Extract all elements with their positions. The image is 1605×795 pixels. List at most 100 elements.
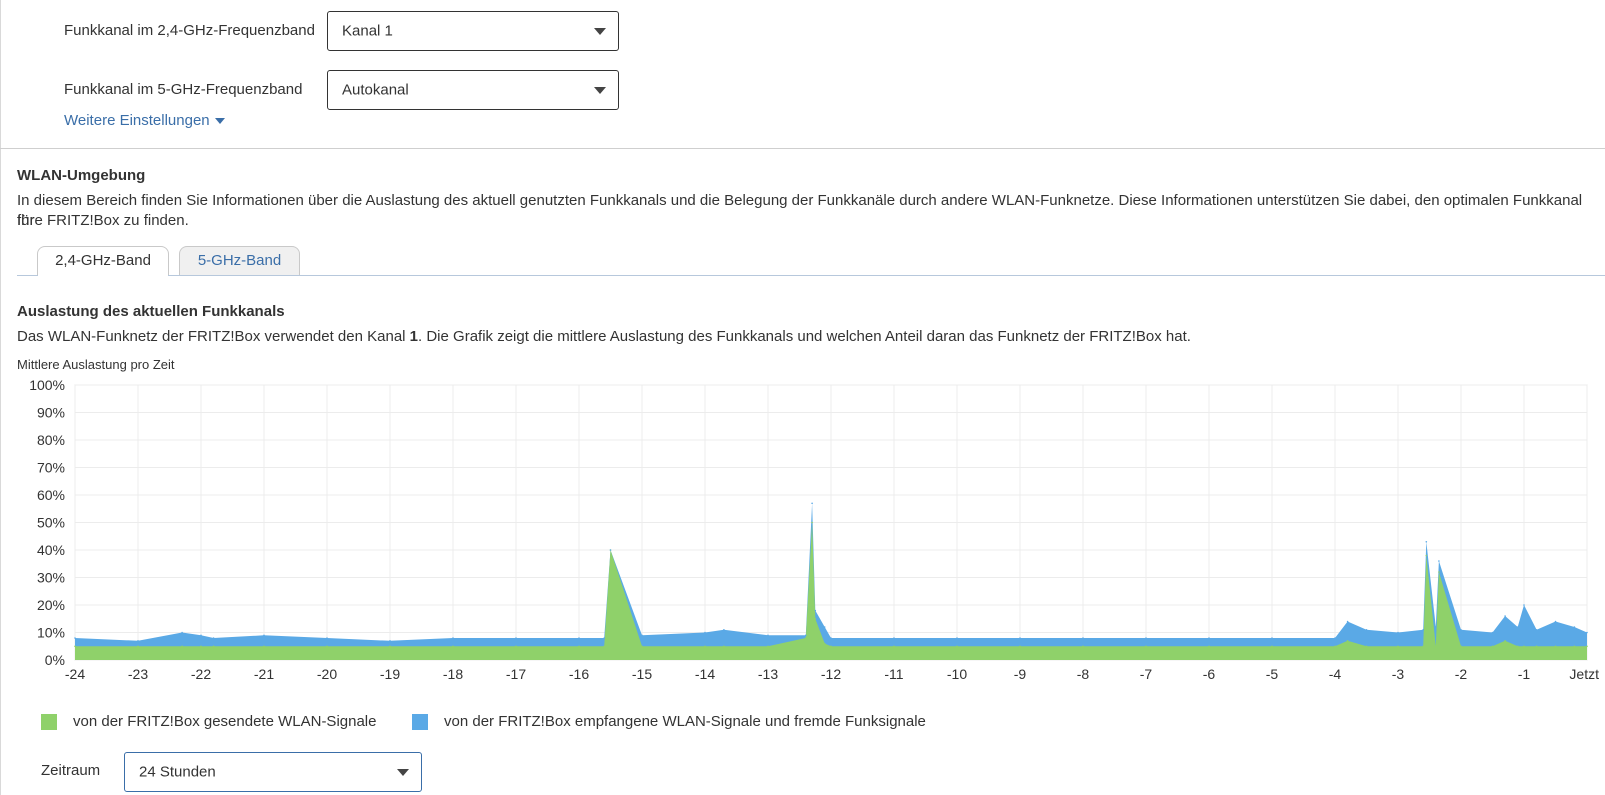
- received-point: [212, 637, 215, 639]
- x-tick-label: -20: [317, 666, 337, 680]
- sent-point: [137, 645, 139, 648]
- received-point: [704, 631, 706, 634]
- chevron-down-icon: [397, 769, 409, 776]
- utilization-title: Auslastung des aktuellen Funkkanals: [17, 303, 285, 320]
- sent-point: [1523, 645, 1525, 648]
- received-point: [74, 637, 76, 639]
- sent-point: [200, 645, 202, 648]
- received-point: [956, 637, 958, 639]
- received-point: [1460, 629, 1462, 631]
- y-tick-label: 10%: [37, 625, 65, 641]
- channel-24-label: Funkkanal im 2,4-GHz-Frequenzband: [64, 22, 315, 39]
- received-point: [1554, 620, 1557, 623]
- tab-underline: [17, 275, 1605, 276]
- sent-point: [1145, 645, 1147, 648]
- sent-point: [1586, 645, 1588, 648]
- channel-24-select[interactable]: Kanal 1: [327, 11, 619, 51]
- sent-point: [326, 645, 328, 648]
- x-tick-label: -16: [569, 666, 589, 680]
- environment-title: WLAN-Umgebung: [17, 167, 146, 184]
- x-tick-label: -17: [506, 666, 526, 680]
- sent-point: [1271, 645, 1273, 648]
- x-tick-label: -11: [884, 666, 903, 680]
- sent-point: [814, 618, 817, 620]
- sent-point: [805, 637, 807, 639]
- sent-point: [1208, 645, 1210, 648]
- x-tick-label: Jetzt: [1569, 666, 1599, 680]
- period-label: Zeitraum: [41, 762, 101, 779]
- more-settings-label: Weitere Einstellungen: [64, 112, 210, 129]
- x-tick-label: -5: [1266, 666, 1279, 680]
- sent-point: [1425, 554, 1428, 557]
- received-point: [603, 637, 605, 639]
- received-point: [1425, 541, 1428, 543]
- received-point: [1145, 637, 1147, 639]
- legend-sent-label: von der FRITZ!Box gesendete WLAN-Signale: [73, 713, 377, 730]
- sent-point: [1573, 645, 1576, 648]
- sent-point: [578, 645, 580, 648]
- y-tick-label: 50%: [37, 515, 65, 531]
- sent-point: [1491, 645, 1494, 648]
- received-point: [1535, 629, 1538, 631]
- sent-point: [1334, 645, 1336, 648]
- tab-5-ghz[interactable]: 5-GHz-Band: [179, 246, 300, 275]
- x-tick-label: -13: [758, 666, 778, 680]
- received-point: [515, 637, 517, 639]
- sent-point: [263, 645, 265, 648]
- received-point: [181, 631, 183, 634]
- sent-point: [1397, 645, 1399, 648]
- sent-point: [956, 645, 958, 648]
- x-tick-label: -23: [128, 666, 148, 680]
- environment-description-line2: Ihre FRITZ!Box zu finden.: [17, 212, 189, 229]
- received-point: [814, 609, 817, 612]
- period-select[interactable]: 24 Stunden: [124, 752, 422, 792]
- sent-point: [603, 645, 605, 648]
- utilization-description: Das WLAN-Funknetz der FRITZ!Box verwende…: [17, 327, 1191, 347]
- received-point: [805, 634, 807, 637]
- channel-5-select[interactable]: Autokanal: [327, 70, 619, 110]
- y-tick-label: 70%: [37, 460, 65, 476]
- sent-point: [823, 642, 826, 645]
- x-tick-label: -2: [1455, 666, 1468, 680]
- utilization-desc-before: Das WLAN-Funknetz der FRITZ!Box verwende…: [17, 328, 410, 345]
- sent-point: [1460, 645, 1462, 648]
- sent-point: [1435, 645, 1437, 648]
- received-point: [1019, 637, 1021, 639]
- x-tick-label: -4: [1329, 666, 1342, 680]
- more-settings-link[interactable]: Weitere Einstellungen: [64, 112, 225, 129]
- sent-point: [1535, 645, 1538, 648]
- received-point: [1523, 604, 1525, 606]
- x-tick-label: -8: [1077, 666, 1090, 680]
- sent-point: [1082, 645, 1084, 648]
- utilization-desc-channel: 1: [409, 328, 419, 345]
- received-point: [578, 637, 580, 639]
- received-point: [263, 634, 265, 637]
- x-tick-label: -1: [1518, 666, 1531, 680]
- y-tick-label: 40%: [37, 542, 65, 558]
- received-point: [1334, 637, 1336, 639]
- x-tick-label: -10: [947, 666, 967, 680]
- y-tick-label: 0%: [45, 652, 65, 668]
- received-point: [893, 637, 895, 639]
- utilization-desc-after: . Die Grafik zeigt die mittlere Auslastu…: [418, 328, 1191, 345]
- received-point: [609, 549, 612, 551]
- received-point: [1438, 560, 1440, 562]
- chevron-down-icon: [594, 87, 606, 94]
- sent-point: [1554, 645, 1557, 648]
- sent-point: [212, 645, 215, 648]
- received-point: [1397, 631, 1399, 634]
- caret-down-icon: [214, 118, 225, 125]
- channel-5-value: Autokanal: [342, 81, 409, 99]
- tab-24-ghz[interactable]: 2,4-GHz-Band: [37, 246, 169, 276]
- received-point: [1504, 615, 1506, 617]
- legend-sent-swatch: [41, 714, 57, 730]
- y-tick-label: 100%: [29, 377, 65, 393]
- x-tick-label: -21: [254, 666, 274, 680]
- section-divider: [0, 148, 1605, 149]
- received-point: [1208, 637, 1210, 639]
- x-tick-label: -9: [1014, 666, 1027, 680]
- sent-point: [704, 645, 706, 648]
- y-tick-label: 20%: [37, 597, 65, 613]
- sent-point: [74, 645, 76, 648]
- sent-point: [1438, 571, 1440, 573]
